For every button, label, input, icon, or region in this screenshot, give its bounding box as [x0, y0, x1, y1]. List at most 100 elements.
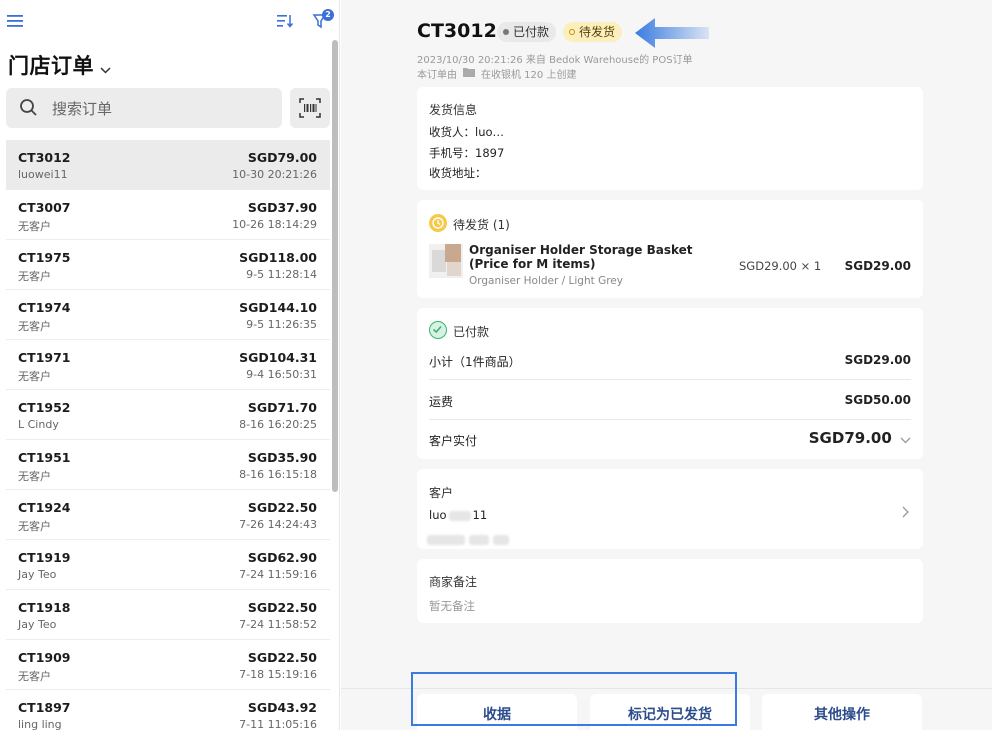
- chevron-down-icon: [900, 430, 911, 448]
- arrow-left-icon: [633, 16, 713, 54]
- order-amount: SGD22.50: [247, 500, 317, 515]
- phone-label: 手机号：: [429, 146, 475, 160]
- page-title-text: 门店订单: [8, 54, 94, 78]
- order-customer: Jay Teo: [18, 618, 57, 631]
- order-id: CT3007: [18, 200, 71, 215]
- order-id: CT1897: [18, 700, 71, 715]
- order-customer: 无客户: [18, 520, 51, 533]
- order-row[interactable]: CT1951 SGD35.90 无客户 8-16 16:15:18: [6, 440, 330, 490]
- merchant-notes-card[interactable]: 商家备注 暂无备注: [417, 559, 923, 623]
- product-total: SGD29.00: [844, 259, 911, 273]
- highlight-box: [411, 672, 737, 726]
- order-customer: 无客户: [18, 220, 51, 233]
- shipping-fee-label: 运费: [429, 395, 454, 409]
- order-row[interactable]: CT1919 SGD62.90 Jay Teo 7-24 11:59:16: [6, 540, 330, 590]
- customer-blurred-line: [427, 529, 509, 548]
- paid-total-row[interactable]: 客户实付 SGD79.00: [429, 419, 911, 459]
- order-customer: 无客户: [18, 470, 51, 483]
- order-amount: SGD118.00: [239, 250, 317, 265]
- customer-card[interactable]: 客户 luo 11: [417, 469, 923, 549]
- phone-field: 手机号：1897: [429, 145, 504, 161]
- shipping-info-title: 发货信息: [429, 103, 478, 117]
- fulfillment-card: 待发货 (1) Organiser Holder Storage Basket …: [417, 200, 923, 298]
- order-row[interactable]: CT1975 SGD118.00 无客户 9-5 11:28:14: [6, 240, 330, 290]
- order-amount: SGD22.50: [247, 650, 317, 665]
- address-field: 收货地址：: [429, 165, 487, 181]
- shipping-fee-value: SGD50.00: [844, 393, 911, 407]
- customer-name-part1: luo: [429, 508, 447, 522]
- address-label: 收货地址：: [429, 166, 487, 180]
- fulfillment-title: 待发货 (1): [453, 218, 510, 232]
- page-title[interactable]: 门店订单: [8, 50, 111, 80]
- order-id: CT1924: [18, 500, 71, 515]
- order-time: 7-26 14:24:43: [239, 518, 317, 531]
- order-amount: SGD71.70: [247, 400, 317, 415]
- recipient-field: 收货人：luo…: [429, 124, 504, 140]
- recipient-value: luo…: [475, 125, 505, 139]
- order-amount: SGD43.92: [247, 700, 317, 715]
- notes-title: 商家备注: [429, 575, 478, 589]
- shipping-info-card: 发货信息 收货人：luo… 手机号：1897 收货地址：: [417, 87, 923, 190]
- customer-title: 客户: [429, 486, 454, 500]
- search-input[interactable]: 搜索订单: [6, 88, 282, 128]
- order-source-meta: 2023/10/30 20:21:26 来自 Bedok Warehouse的 …: [417, 55, 693, 66]
- order-time: 9-5 11:28:14: [246, 268, 317, 281]
- order-list-panel: 2 门店订单 搜索订单 CT3012 SGD79.00 luowei11 10-…: [0, 0, 340, 730]
- order-row[interactable]: CT1974 SGD144.10 无客户 9-5 11:26:35: [6, 290, 330, 340]
- sort-icon[interactable]: [276, 12, 294, 30]
- order-time: 9-4 16:50:31: [246, 368, 317, 381]
- product-price-qty: SGD29.00 × 1: [739, 259, 822, 273]
- order-amount: SGD35.90: [247, 450, 317, 465]
- order-row[interactable]: CT3007 SGD37.90 无客户 10-26 18:14:29: [6, 190, 330, 240]
- scrollbar[interactable]: [332, 40, 338, 492]
- product-image: [429, 244, 463, 278]
- order-time: 7-24 11:58:52: [239, 618, 317, 631]
- order-row[interactable]: CT3012 SGD79.00 luowei11 10-30 20:21:26: [6, 140, 330, 190]
- order-customer: L Cindy: [18, 418, 59, 431]
- order-creator-meta: 本订单由 在收银机 120 上创建: [417, 66, 576, 81]
- order-id: CT1919: [18, 550, 71, 565]
- order-id: CT1974: [18, 300, 71, 315]
- paid-total-amount: SGD79.00: [808, 429, 892, 447]
- order-detail-panel: CT3012 已付款 待发货 2023/10/30 20:21:26 来自 Be…: [341, 0, 992, 730]
- order-row[interactable]: CT1918 SGD22.50 Jay Teo 7-24 11:58:52: [6, 590, 330, 640]
- order-customer: 无客户: [18, 670, 51, 683]
- order-row[interactable]: CT1909 SGD22.50 无客户 7-18 15:19:16: [6, 640, 330, 690]
- menu-icon[interactable]: [6, 12, 24, 30]
- order-id: CT1971: [18, 350, 71, 365]
- order-time: 7-11 11:05:16: [239, 718, 317, 730]
- filter-icon[interactable]: 2: [312, 9, 336, 32]
- chevron-down-icon: [100, 55, 111, 79]
- paid-total-label: 客户实付: [429, 434, 478, 448]
- order-time: 10-26 18:14:29: [232, 218, 317, 231]
- order-amount: SGD79.00: [247, 150, 317, 165]
- order-id: CT1952: [18, 400, 71, 415]
- pending-status-badge: 待发货: [563, 22, 623, 42]
- paid-total-value: SGD79.00: [809, 429, 911, 448]
- order-row[interactable]: CT1897 SGD43.92 ling ling 7-11 11:05:16: [6, 690, 330, 730]
- notes-empty: 暂无备注: [429, 599, 475, 613]
- phone-value: 1897: [475, 146, 505, 160]
- customer-name: luo 11: [429, 508, 487, 522]
- scan-button[interactable]: [290, 88, 330, 128]
- search-placeholder: 搜索订单: [52, 100, 113, 118]
- barcode-scan-icon: [299, 98, 321, 122]
- order-id: CT1909: [18, 650, 71, 665]
- order-time: 7-24 11:59:16: [239, 568, 317, 581]
- subtotal-value: SGD29.00: [844, 353, 911, 367]
- order-id: CT1918: [18, 600, 71, 615]
- order-row[interactable]: CT1971 SGD104.31 无客户 9-4 16:50:31: [6, 340, 330, 390]
- order-customer: 无客户: [18, 320, 51, 333]
- customer-name-part2: 11: [472, 508, 488, 522]
- order-time: 8-16 16:15:18: [239, 468, 317, 481]
- more-actions-button[interactable]: 其他操作: [762, 694, 922, 730]
- product-variant: Organiser Holder / Light Grey: [469, 275, 623, 287]
- clock-icon: [429, 214, 447, 232]
- order-row[interactable]: CT1924 SGD22.50 无客户 7-26 14:24:43: [6, 490, 330, 540]
- product-name[interactable]: Organiser Holder Storage Basket (Price f…: [469, 243, 719, 271]
- order-row[interactable]: CT1952 SGD71.70 L Cindy 8-16 16:20:25: [6, 390, 330, 440]
- order-time: 7-18 15:19:16: [239, 668, 317, 681]
- order-list: CT3012 SGD79.00 luowei11 10-30 20:21:26 …: [6, 140, 330, 730]
- folder-icon: [463, 67, 475, 80]
- order-amount: SGD62.90: [247, 550, 317, 565]
